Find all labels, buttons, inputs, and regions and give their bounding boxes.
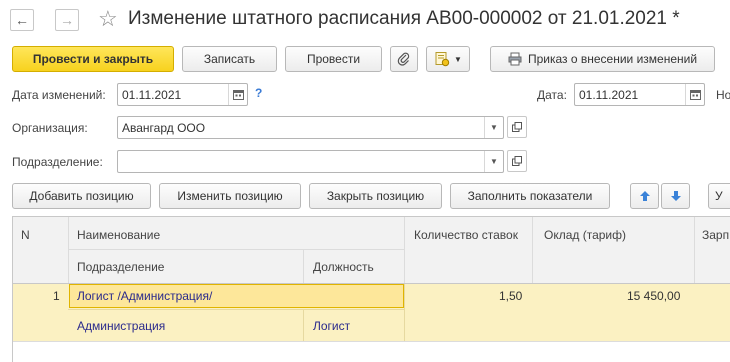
fill-indicators-button[interactable]: Заполнить показатели bbox=[450, 183, 610, 209]
back-button[interactable]: ← bbox=[10, 9, 34, 31]
change-order-button[interactable]: Приказ о внесении изменений bbox=[490, 46, 715, 72]
column-header-n[interactable]: N bbox=[21, 228, 30, 242]
post-and-close-button[interactable]: Провести и закрыть bbox=[12, 46, 174, 72]
positions-table: N Наименование Подразделение Должность К… bbox=[12, 216, 730, 362]
division-label: Подразделение: bbox=[12, 155, 103, 169]
open-division-button[interactable] bbox=[507, 150, 527, 172]
print-menu-button[interactable]: ▼ bbox=[426, 46, 470, 72]
chevron-down-icon[interactable]: ▼ bbox=[484, 117, 503, 138]
page-title: Изменение штатного расписания АВ00-00000… bbox=[128, 8, 680, 29]
move-down-button[interactable] bbox=[661, 183, 690, 209]
division-field[interactable]: ▼ bbox=[117, 150, 504, 173]
chevron-down-icon[interactable]: ▼ bbox=[484, 151, 503, 172]
save-button[interactable]: Записать bbox=[182, 46, 277, 72]
forward-button[interactable]: → bbox=[55, 9, 79, 31]
table-row[interactable]: 1 Логист /Администрация/ Администрация Л… bbox=[13, 284, 730, 341]
help-icon[interactable]: ? bbox=[255, 86, 262, 100]
arrow-down-icon bbox=[670, 191, 681, 201]
date-value: 01.11.2021 bbox=[579, 87, 639, 102]
post-button[interactable]: Провести bbox=[285, 46, 382, 72]
paperclip-icon bbox=[397, 52, 410, 66]
printer-icon bbox=[508, 52, 522, 66]
date-label: Дата: bbox=[537, 88, 567, 102]
arrow-right-icon: → bbox=[60, 12, 74, 28]
column-header-division[interactable]: Подразделение bbox=[77, 260, 164, 274]
calendar-icon[interactable] bbox=[228, 84, 247, 105]
change-date-value: 01.11.2021 bbox=[122, 87, 182, 102]
organization-label: Организация: bbox=[12, 121, 88, 135]
change-date-label: Дата изменений: bbox=[12, 88, 106, 102]
change-position-button[interactable]: Изменить позицию bbox=[159, 183, 301, 209]
column-header-rates[interactable]: Количество ставок bbox=[414, 228, 518, 242]
move-up-button[interactable] bbox=[630, 183, 659, 209]
column-header-name[interactable]: Наименование bbox=[77, 228, 160, 242]
more-actions-button[interactable]: У bbox=[708, 183, 730, 209]
row-division[interactable]: Администрация bbox=[77, 319, 165, 333]
arrow-up-icon bbox=[639, 191, 650, 201]
organization-value: Авангард ООО bbox=[122, 120, 206, 135]
column-header-position[interactable]: Должность bbox=[313, 260, 374, 274]
row-position[interactable]: Логист bbox=[313, 319, 350, 333]
open-window-icon bbox=[512, 156, 522, 166]
favorite-star-icon[interactable]: ☆ bbox=[98, 6, 118, 32]
change-date-field[interactable]: 01.11.2021 bbox=[117, 83, 248, 106]
number-label: Но bbox=[716, 88, 730, 102]
row-salary: 15 450,00 bbox=[627, 289, 681, 303]
row-name[interactable]: Логист /Администрация/ bbox=[77, 289, 212, 303]
document-print-icon bbox=[435, 52, 450, 67]
add-position-button[interactable]: Добавить позицию bbox=[12, 183, 151, 209]
calendar-icon[interactable] bbox=[685, 84, 704, 105]
change-order-label: Приказ о внесении изменений bbox=[527, 52, 698, 66]
arrow-left-icon: ← bbox=[15, 12, 29, 28]
column-header-wage[interactable]: Зарп bbox=[702, 228, 729, 242]
open-organization-button[interactable] bbox=[507, 116, 527, 138]
attach-button[interactable] bbox=[390, 46, 418, 72]
chevron-down-icon: ▼ bbox=[454, 54, 462, 64]
row-rates: 1,50 bbox=[499, 289, 523, 303]
organization-field[interactable]: Авангард ООО ▼ bbox=[117, 116, 504, 139]
close-position-button[interactable]: Закрыть позицию bbox=[309, 183, 442, 209]
date-field[interactable]: 01.11.2021 bbox=[574, 83, 705, 106]
column-header-salary[interactable]: Оклад (тариф) bbox=[544, 228, 626, 242]
row-number: 1 bbox=[53, 289, 60, 303]
open-window-icon bbox=[512, 122, 522, 132]
